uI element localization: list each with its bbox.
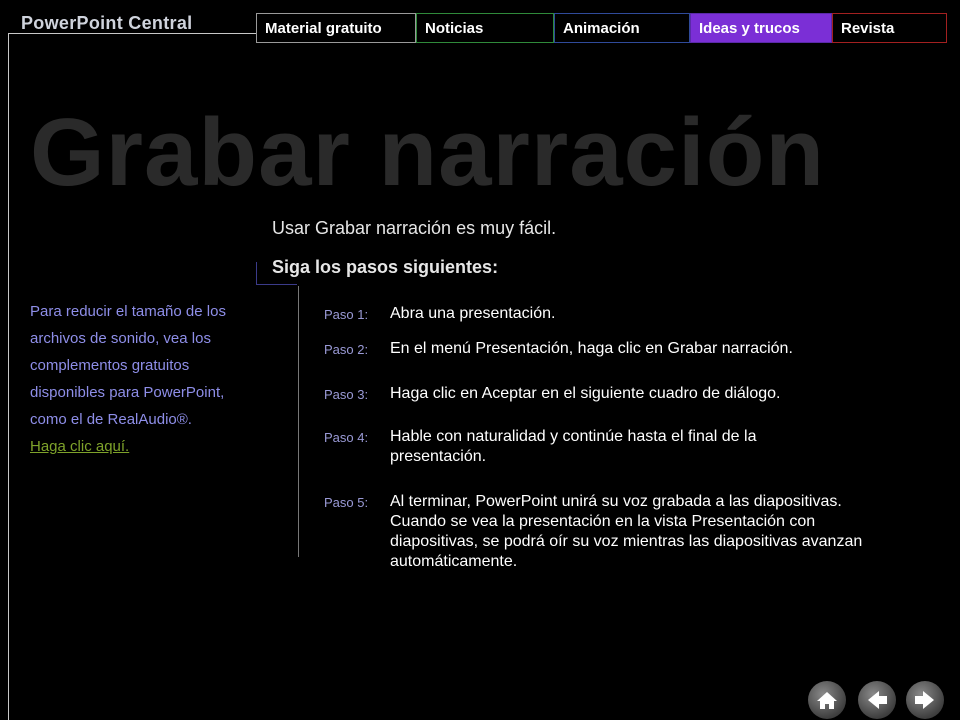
step-label: Paso 5: (324, 495, 369, 510)
steps-heading: Siga los pasos siguientes: (272, 257, 499, 277)
sidebar-tip-text: Para reducir el tamaño de los archivos d… (30, 303, 226, 428)
brand-title: PowerPoint Central (21, 13, 193, 33)
step-text: En el menú Presentación, haga clic en Gr… (390, 340, 793, 357)
connector-line (256, 262, 257, 285)
frame-left-line (8, 33, 9, 720)
top-nav: Material gratuito Noticias Animación Ide… (256, 13, 947, 43)
tab-revista[interactable]: Revista (832, 13, 947, 43)
step-1: Paso 1: Abra una presentación. (324, 304, 900, 324)
home-icon (817, 692, 837, 709)
step-text: Hable con naturalidad y continúe hasta e… (390, 428, 757, 465)
arrow-right-icon (915, 691, 934, 709)
tab-noticias[interactable]: Noticias (416, 13, 554, 43)
tab-animacion[interactable]: Animación (554, 13, 690, 43)
home-button[interactable] (808, 681, 846, 719)
step-3: Paso 3: Haga clic en Aceptar en el sigui… (324, 384, 900, 404)
tab-material-gratuito[interactable]: Material gratuito (256, 13, 416, 43)
forward-button[interactable] (906, 681, 944, 719)
step-label: Paso 2: (324, 342, 369, 357)
click-here-link[interactable]: Haga clic aquí. (30, 433, 129, 460)
watermark-title: Grabar narración (30, 99, 825, 206)
tab-ideas-y-trucos[interactable]: Ideas y trucos (690, 13, 832, 43)
steps-divider (298, 286, 299, 557)
step-text: Al terminar, PowerPoint unirá su voz gra… (390, 493, 863, 570)
step-text: Abra una presentación. (390, 305, 556, 322)
sidebar-tip: Para reducir el tamaño de los archivos d… (30, 298, 240, 460)
connector-line-horizontal (257, 284, 297, 285)
step-4: Paso 4: Hable con naturalidad y continúe… (324, 427, 830, 467)
step-label: Paso 4: (324, 430, 369, 445)
arrow-left-icon (868, 691, 887, 709)
step-text: Haga clic en Aceptar en el siguiente cua… (390, 385, 781, 402)
step-2: Paso 2: En el menú Presentación, haga cl… (324, 339, 900, 359)
step-5: Paso 5: Al terminar, PowerPoint unirá su… (324, 492, 900, 572)
back-button[interactable] (858, 681, 896, 719)
frame-top-line (8, 33, 256, 34)
step-label: Paso 1: (324, 307, 369, 322)
intro-text: Usar Grabar narración es muy fácil. (272, 218, 557, 238)
step-label: Paso 3: (324, 387, 369, 402)
